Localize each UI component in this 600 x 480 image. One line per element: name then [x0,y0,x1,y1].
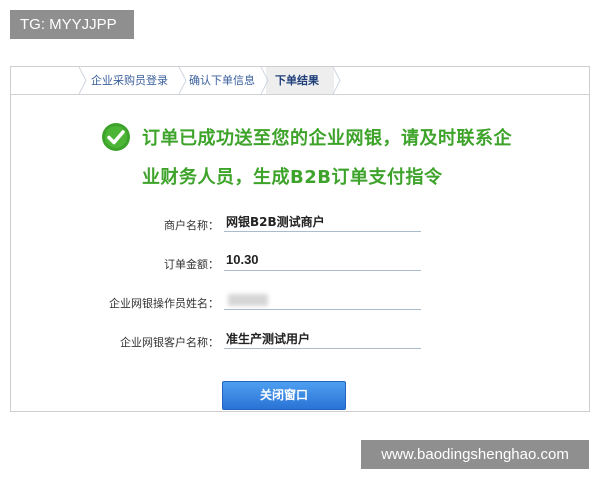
close-window-button[interactable]: 关闭窗口 [222,381,346,410]
step-breadcrumb: 企业采购员登录 确认下单信息 下单结果 [11,67,589,95]
merchant-name-value: 网银B2B测试商户 [224,213,421,232]
operator-name-label: 企业网银操作员姓名： [109,297,219,310]
success-message-line1: 订单已成功送至您的企业网银，请及时联系企 [142,128,512,149]
step-order-result: 下单结果 [275,74,319,87]
merchant-name-label: 商户名称： [164,219,219,232]
order-amount-label: 订单金额： [164,258,219,271]
chevron-right-icon [260,67,269,94]
blurred-operator-name [228,294,268,306]
step-confirm-order[interactable]: 确认下单信息 [189,67,255,94]
customer-name-value: 准生产测试用户 [224,330,421,349]
check-circle-icon [102,123,130,151]
page: TG: MYYJJPP 企业采购员登录 确认下单信息 下单结果 订单已成功送至您… [0,0,600,480]
site-watermark: www.baodingshenghao.com [361,440,589,469]
order-amount-value: 10.30 [224,252,421,271]
step-purchaser-login[interactable]: 企业采购员登录 [91,67,168,94]
order-result-panel: 企业采购员登录 确认下单信息 下单结果 订单已成功送至您的企业网银，请及时联系企… [10,66,590,412]
chevron-right-icon [78,67,87,94]
success-message-line2: 业财务人员，生成B2B订单支付指令 [142,167,443,188]
customer-name-label: 企业网银客户名称： [120,336,219,349]
operator-name-value [224,291,421,310]
chevron-right-icon [178,67,187,94]
tag-badge: TG: MYYJJPP [10,10,134,39]
chevron-right-icon [332,67,341,94]
